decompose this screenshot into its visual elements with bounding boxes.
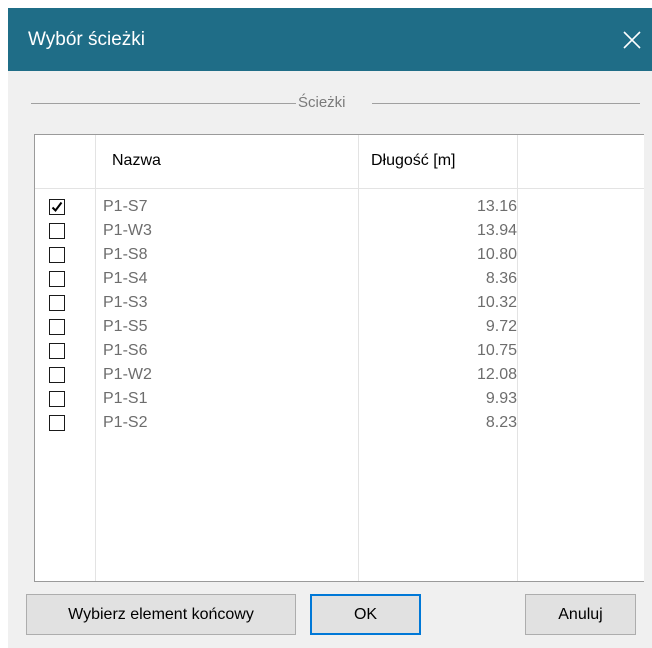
row-checkbox[interactable] xyxy=(49,223,65,239)
row-checkbox[interactable] xyxy=(49,391,65,407)
window-title: Wybór ścieżki xyxy=(28,29,146,50)
row-checkbox[interactable] xyxy=(49,343,65,359)
row-checkbox[interactable] xyxy=(49,415,65,431)
table-row[interactable]: P1-S7 13.16 xyxy=(35,196,644,220)
row-checkbox[interactable] xyxy=(49,247,65,263)
ok-button[interactable]: OK xyxy=(310,594,421,635)
row-checkbox[interactable] xyxy=(49,367,65,383)
table-row[interactable]: P1-S3 10.32 xyxy=(35,292,644,316)
row-name: P1-S2 xyxy=(103,414,148,431)
row-length: 10.80 xyxy=(476,246,517,263)
row-checkbox[interactable] xyxy=(49,295,65,311)
row-name: P1-W2 xyxy=(103,366,152,383)
dialog-window: Wybór ścieżki Ścieżki Nazwa Długość [m] … xyxy=(8,8,652,648)
row-checkbox[interactable] xyxy=(49,319,65,335)
table-row[interactable]: P1-W3 13.94 xyxy=(35,220,644,244)
table-row[interactable]: P1-S8 10.80 xyxy=(35,244,644,268)
row-length: 10.32 xyxy=(476,294,517,311)
row-name: P1-S8 xyxy=(103,246,148,263)
row-name: P1-S1 xyxy=(103,390,148,407)
row-checkbox[interactable] xyxy=(49,271,65,287)
row-length: 9.93 xyxy=(485,390,517,407)
cancel-button[interactable]: Anuluj xyxy=(525,594,636,635)
row-name: P1-S5 xyxy=(103,318,148,335)
paths-grid[interactable]: Nazwa Długość [m] P1-S7 13.16 P1-W3 13.94 P1… xyxy=(34,134,644,582)
column-header-length[interactable]: Długość [m] xyxy=(371,152,455,170)
column-header-name[interactable]: Nazwa xyxy=(112,152,161,170)
row-name: P1-S3 xyxy=(103,294,148,311)
table-row[interactable]: P1-S1 9.93 xyxy=(35,388,644,412)
close-icon xyxy=(623,30,641,49)
group-label-paths: Ścieżki xyxy=(298,94,346,111)
table-row[interactable]: P1-S5 9.72 xyxy=(35,316,644,340)
row-length: 8.36 xyxy=(485,270,517,287)
row-length: 8.23 xyxy=(485,414,517,431)
row-name: P1-W3 xyxy=(103,222,152,239)
row-length: 13.94 xyxy=(476,222,517,239)
row-length: 13.16 xyxy=(476,198,517,215)
group-divider-right xyxy=(372,103,640,104)
row-length: 9.72 xyxy=(485,318,517,335)
header-divider xyxy=(35,188,644,189)
table-row[interactable]: P1-S2 8.23 xyxy=(35,412,644,436)
group-divider-left xyxy=(31,103,296,104)
title-bar[interactable]: Wybór ścieżki xyxy=(8,8,652,71)
select-end-element-button[interactable]: Wybierz element końcowy xyxy=(26,594,296,635)
row-length: 12.08 xyxy=(476,366,517,383)
table-row[interactable]: P1-W2 12.08 xyxy=(35,364,644,388)
row-checkbox[interactable] xyxy=(49,199,65,215)
table-row[interactable]: P1-S4 8.36 xyxy=(35,268,644,292)
row-name: P1-S7 xyxy=(103,198,148,215)
row-name: P1-S4 xyxy=(103,270,148,287)
row-name: P1-S6 xyxy=(103,342,148,359)
row-length: 10.75 xyxy=(476,342,517,359)
checkmark-icon xyxy=(51,201,63,213)
close-button[interactable] xyxy=(612,8,652,71)
table-row[interactable]: P1-S6 10.75 xyxy=(35,340,644,364)
